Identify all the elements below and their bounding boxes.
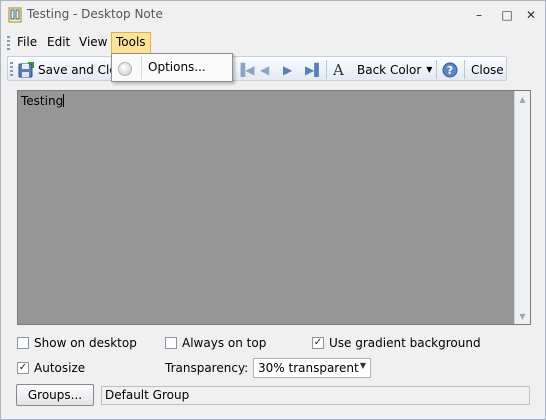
checkbox-box[interactable] (17, 337, 29, 349)
next-note-icon[interactable]: ▶ (283, 60, 292, 79)
options-icon (118, 62, 132, 76)
tools-dropdown-menu: Options... (111, 53, 233, 82)
checkbox-box[interactable]: ✓ (17, 362, 29, 374)
group-name-field: Default Group (101, 386, 530, 405)
help-icon: ? (442, 62, 458, 77)
use-gradient-checkbox[interactable]: ✓ Use gradient background (312, 336, 481, 350)
back-color-label: Back Color (357, 62, 422, 77)
app-window: Testing - Desktop Note – □ ✕ File Edit V… (0, 0, 546, 420)
note-text-area[interactable]: Testing ▲ ▼ (17, 90, 531, 325)
close-note-label: Close (471, 62, 504, 77)
menu-edit[interactable]: Edit (42, 32, 75, 54)
toolbar-separator (464, 60, 465, 79)
chevron-down-icon: ▼ (426, 65, 433, 74)
checkbox-box[interactable]: ✓ (312, 337, 324, 349)
use-gradient-label: Use gradient background (329, 336, 481, 350)
transparency-select[interactable]: 30% transparent ▼ (253, 358, 371, 378)
menu-tools[interactable]: Tools (111, 32, 151, 54)
text-caret (63, 94, 65, 107)
transparency-value: 30% transparent (258, 361, 359, 375)
toolbar-grip[interactable] (10, 62, 13, 76)
checkbox-box[interactable] (165, 337, 177, 349)
chevron-down-icon: ▼ (359, 361, 366, 370)
group-name-value: Default Group (105, 388, 190, 402)
show-on-desktop-label: Show on desktop (34, 336, 137, 350)
last-note-icon[interactable]: ▶▌ (305, 60, 323, 79)
note-content[interactable]: Testing (21, 94, 65, 108)
save-and-close-button[interactable]: Save and Clos (18, 60, 123, 79)
menu-edit-label: Edit (47, 35, 71, 49)
menu-file-label: File (17, 35, 38, 49)
toolbar: Save and Clos ▐◀ ◀ ▶ ▶▌ A Back Color ▼ ?… (7, 56, 507, 81)
maximize-button[interactable]: □ (495, 5, 519, 25)
note-app-icon (8, 7, 22, 23)
always-on-top-label: Always on top (182, 336, 267, 350)
toolbar-separator (436, 60, 437, 79)
scroll-up-icon[interactable]: ▲ (515, 92, 530, 106)
toolbar-separator (326, 60, 327, 79)
note-text: Testing (21, 94, 64, 108)
first-note-icon[interactable]: ▐◀ (236, 60, 254, 79)
vertical-scrollbar[interactable]: ▲ ▼ (514, 91, 530, 324)
font-icon[interactable]: A (333, 60, 344, 79)
transparency-label: Transparency: (165, 361, 249, 375)
scroll-down-icon[interactable]: ▼ (515, 309, 530, 323)
autosize-label: Autosize (34, 361, 86, 375)
menu-bar: File Edit View Tools (1, 32, 545, 54)
menu-tools-label: Tools (116, 35, 146, 49)
autosize-checkbox[interactable]: ✓ Autosize (17, 361, 85, 375)
menu-file[interactable]: File (12, 32, 42, 54)
menubar-grip[interactable] (7, 36, 10, 50)
always-on-top-checkbox[interactable]: Always on top (165, 336, 266, 350)
window-title: Testing - Desktop Note (27, 7, 163, 21)
save-icon (18, 61, 34, 77)
previous-note-icon[interactable]: ◀ (260, 60, 269, 79)
groups-button-label: Groups... (27, 388, 83, 402)
help-button[interactable]: ? (442, 60, 458, 79)
show-on-desktop-checkbox[interactable]: Show on desktop (17, 336, 137, 350)
svg-text:?: ? (447, 64, 453, 77)
menu-item-options[interactable]: Options... (148, 60, 206, 74)
close-note-button[interactable]: Close (471, 60, 504, 79)
minimize-button[interactable]: – (467, 5, 491, 25)
menu-view-label: View (79, 35, 108, 49)
menu-view[interactable]: View (74, 32, 112, 54)
title-bar[interactable]: Testing - Desktop Note – □ ✕ (1, 1, 545, 29)
groups-button[interactable]: Groups... (16, 384, 94, 406)
close-window-button[interactable]: ✕ (519, 5, 543, 25)
back-color-button[interactable]: Back Color ▼ (357, 60, 432, 79)
